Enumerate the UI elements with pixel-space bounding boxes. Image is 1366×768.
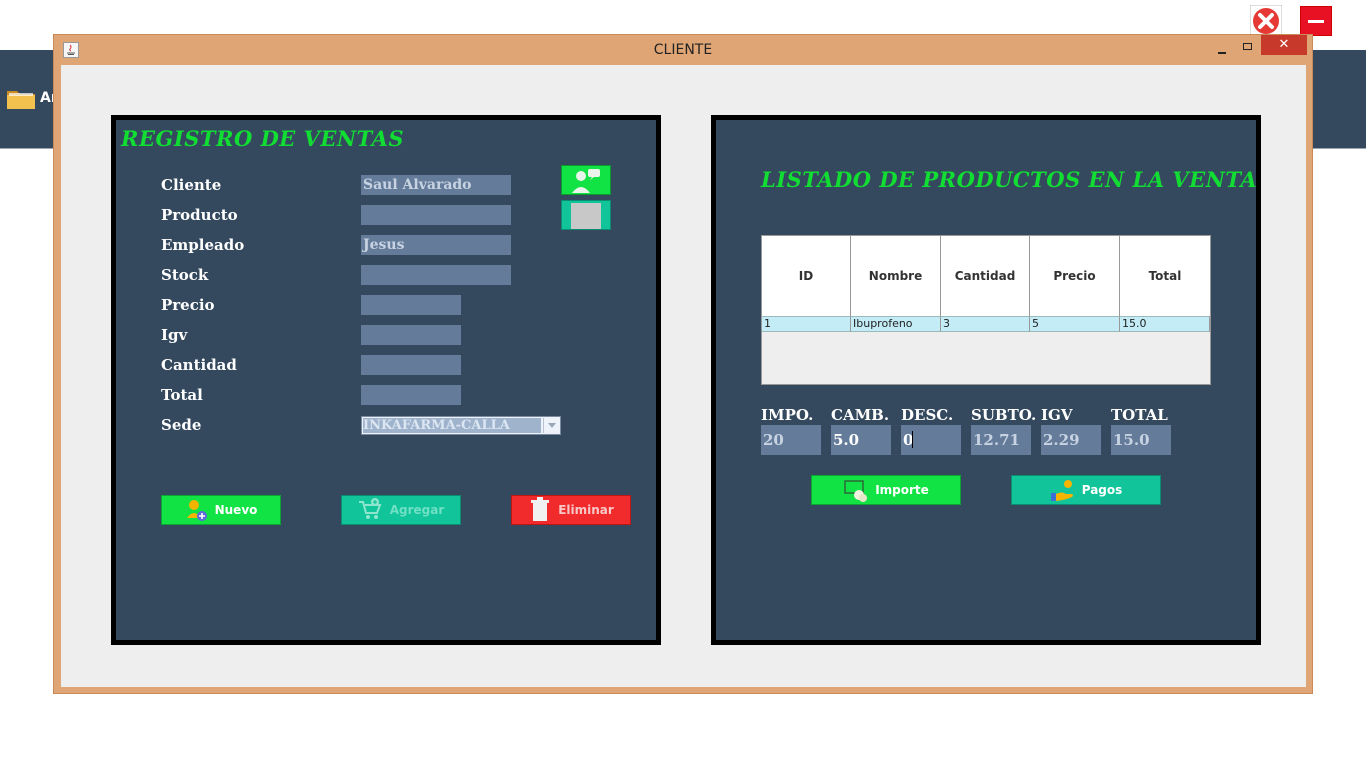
eliminar-button-label: Eliminar — [558, 503, 614, 517]
table-header-nombre[interactable]: Nombre — [851, 236, 941, 316]
igv-summary-label: IGV — [1041, 406, 1073, 424]
desc-label: DESC. — [901, 406, 954, 424]
pagos-button-label: Pagos — [1081, 483, 1123, 497]
agregar-button[interactable]: Agregar — [341, 495, 461, 525]
window-maximize-icon[interactable] — [1239, 39, 1257, 57]
cliente-field[interactable]: Saul Alvarado — [361, 175, 511, 195]
stock-field[interactable] — [361, 265, 511, 285]
importe-button[interactable]: Importe — [811, 475, 961, 505]
buscar-producto-button[interactable] — [561, 200, 611, 230]
igv-label: Igv — [161, 326, 188, 344]
listado-title: LISTADO DE PRODUCTOS EN LA VENTA — [761, 167, 1258, 192]
camb-field[interactable]: 5.0 — [831, 425, 891, 455]
table-cell-id[interactable]: 1 — [762, 316, 851, 332]
producto-label: Producto — [161, 206, 238, 224]
cart-add-icon — [358, 498, 382, 519]
precio-field[interactable] — [361, 295, 461, 315]
subto-label: SUBTO. — [971, 406, 1037, 424]
nuevo-button[interactable]: Nuevo — [161, 495, 281, 525]
table-header-id[interactable]: ID — [762, 236, 851, 316]
trash-icon — [531, 497, 550, 521]
user-chat-icon — [572, 169, 600, 193]
chevron-down-icon[interactable] — [543, 418, 560, 433]
window-minimize-icon[interactable] — [1214, 41, 1232, 59]
sede-select[interactable]: INKAFARMA-CALLA — [361, 416, 561, 435]
total-summary-label: TOTAL — [1111, 406, 1168, 424]
table-cell-nombre[interactable]: Ibuprofeno — [851, 316, 941, 332]
total-label: Total — [161, 386, 203, 404]
minimize-icon[interactable] — [1300, 6, 1332, 36]
agregar-button-label: Agregar — [389, 503, 445, 517]
desc-field[interactable]: 0 — [901, 425, 961, 455]
importe-button-label: Importe — [875, 483, 929, 497]
total-field[interactable] — [361, 385, 461, 405]
add-user-icon — [186, 500, 207, 521]
table-cell-cantidad[interactable]: 3 — [941, 316, 1030, 332]
productos-table[interactable]: ID Nombre Cantidad Precio Total 1 Ibupro… — [761, 235, 1211, 385]
payment-hand-icon — [1050, 480, 1073, 501]
window-title: CLIENTE — [653, 42, 713, 58]
pagos-button[interactable]: Pagos — [1011, 475, 1161, 505]
cliente-label: Cliente — [161, 176, 222, 194]
subto-field[interactable]: 12.71 — [971, 425, 1031, 455]
table-cell-total[interactable]: 15.0 — [1120, 316, 1210, 332]
table-header-total[interactable]: Total — [1120, 236, 1210, 316]
folder-icon[interactable] — [6, 86, 36, 110]
igv-summary-field[interactable]: 2.29 — [1041, 425, 1101, 455]
igv-field[interactable] — [361, 325, 461, 345]
empleado-field[interactable]: Jesus — [361, 235, 511, 255]
sede-label: Sede — [161, 416, 202, 434]
table-header-precio[interactable]: Precio — [1030, 236, 1120, 316]
precio-label: Precio — [161, 296, 215, 314]
impo-field[interactable]: 20 — [761, 425, 821, 455]
table-cell-precio[interactable]: 5 — [1030, 316, 1120, 332]
registro-title: REGISTRO DE VENTAS — [121, 126, 405, 151]
nuevo-button-label: Nuevo — [214, 503, 258, 517]
stock-label: Stock — [161, 266, 209, 284]
total-summary-field[interactable]: 15.0 — [1111, 425, 1171, 455]
window-close-icon[interactable]: ✕ — [1261, 35, 1307, 55]
impo-label: IMPO. — [761, 406, 814, 424]
cantidad-label: Cantidad — [161, 356, 237, 374]
text-cursor — [912, 431, 913, 448]
camb-label: CAMB. — [831, 406, 890, 424]
buscar-cliente-button[interactable] — [561, 165, 611, 195]
product-icon — [571, 203, 601, 229]
empleado-label: Empleado — [161, 236, 245, 254]
table-header-cantidad[interactable]: Cantidad — [941, 236, 1030, 316]
sede-selected-value: INKAFARMA-CALLA — [363, 418, 541, 433]
eliminar-button[interactable]: Eliminar — [511, 495, 631, 525]
producto-field[interactable] — [361, 205, 511, 225]
coins-icon — [844, 480, 868, 502]
close-icon[interactable] — [1249, 4, 1283, 38]
cantidad-field[interactable] — [361, 355, 461, 375]
